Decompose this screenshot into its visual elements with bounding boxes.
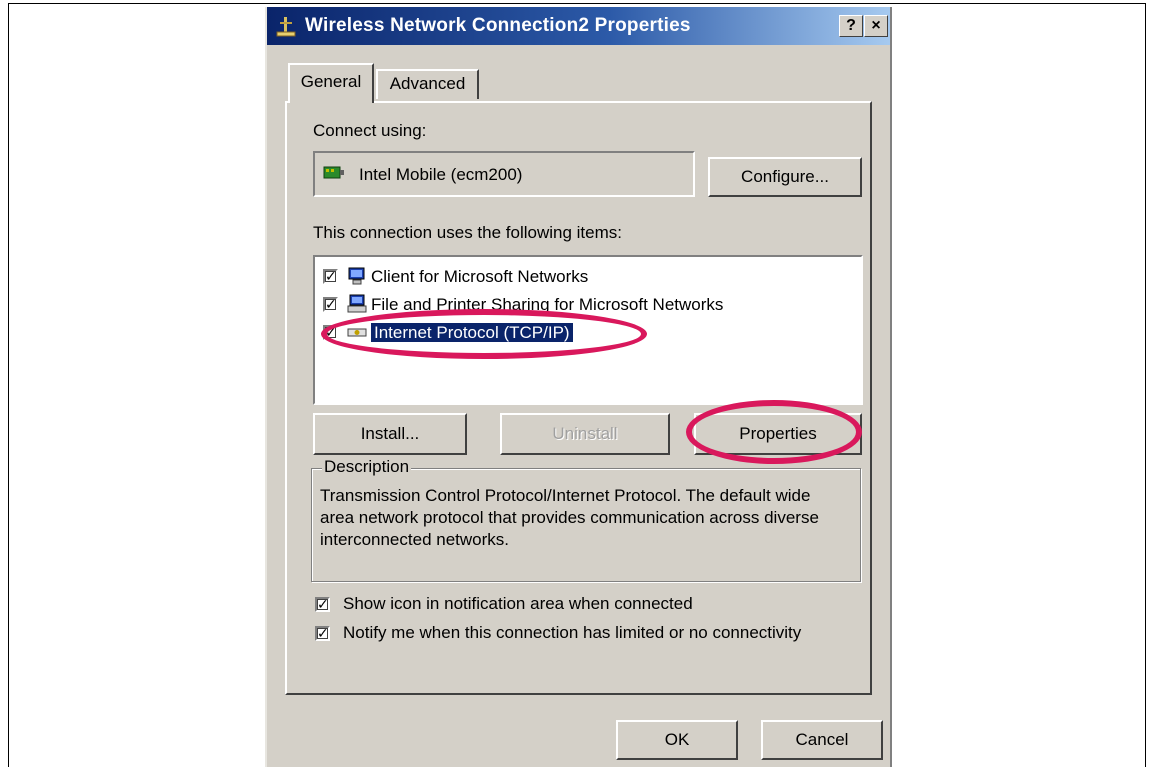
notify-checkbox[interactable]: ✓ [315, 626, 330, 641]
cancel-button[interactable]: Cancel [761, 720, 883, 760]
protocol-icon [347, 328, 367, 337]
show-icon-checkbox[interactable]: ✓ [315, 597, 330, 612]
network-connection-icon [276, 17, 296, 37]
adapter-field: Intel Mobile (ecm200) [313, 151, 695, 197]
tab-advanced[interactable]: Advanced [376, 69, 479, 99]
item-checkbox[interactable]: ✓ [323, 297, 338, 312]
properties-button[interactable]: Properties [694, 413, 862, 455]
notify-label: Notify me when this connection has limit… [343, 623, 802, 642]
file-printer-sharing-icon [347, 294, 367, 313]
item-label-wrap: Internet Protocol (TCP/IP) [371, 323, 573, 343]
description-legend: Description [322, 457, 412, 477]
network-adapter-icon [323, 166, 344, 179]
ok-button[interactable]: OK [616, 720, 738, 760]
description-text: Transmission Control Protocol/Internet P… [320, 486, 819, 549]
configure-button[interactable]: Configure... [708, 157, 862, 197]
item-label: Client for Microsoft Networks [371, 267, 589, 286]
item-label: Internet Protocol (TCP/IP) [371, 323, 573, 342]
help-button[interactable]: ? [839, 15, 863, 37]
connect-using-label: Connect using: [313, 121, 427, 140]
item-checkbox[interactable]: ✓ [323, 269, 338, 284]
item-label: File and Printer Sharing for Microsoft N… [371, 295, 724, 314]
window-title: Wireless Network Connection2 Properties [305, 15, 691, 36]
description-group: Description Transmission Control Protoco… [311, 457, 861, 582]
adapter-name: Intel Mobile (ecm200) [359, 165, 523, 184]
show-icon-label: Show icon in notification area when conn… [343, 594, 693, 613]
properties-dialog: Wireless Network Connection2 Properties … [265, 7, 892, 767]
network-client-icon [348, 267, 365, 285]
title-bar[interactable]: Wireless Network Connection2 Properties … [267, 7, 890, 45]
items-label: This connection uses the following items… [313, 223, 622, 242]
close-button[interactable]: × [864, 15, 888, 37]
install-button[interactable]: Install... [313, 413, 467, 455]
tab-general[interactable]: General [288, 63, 374, 103]
components-list[interactable]: ✓ Client for Microsoft Networks ✓ File a… [313, 255, 863, 405]
uninstall-button[interactable]: Uninstall [500, 413, 670, 455]
item-checkbox[interactable]: ✓ [323, 325, 338, 340]
